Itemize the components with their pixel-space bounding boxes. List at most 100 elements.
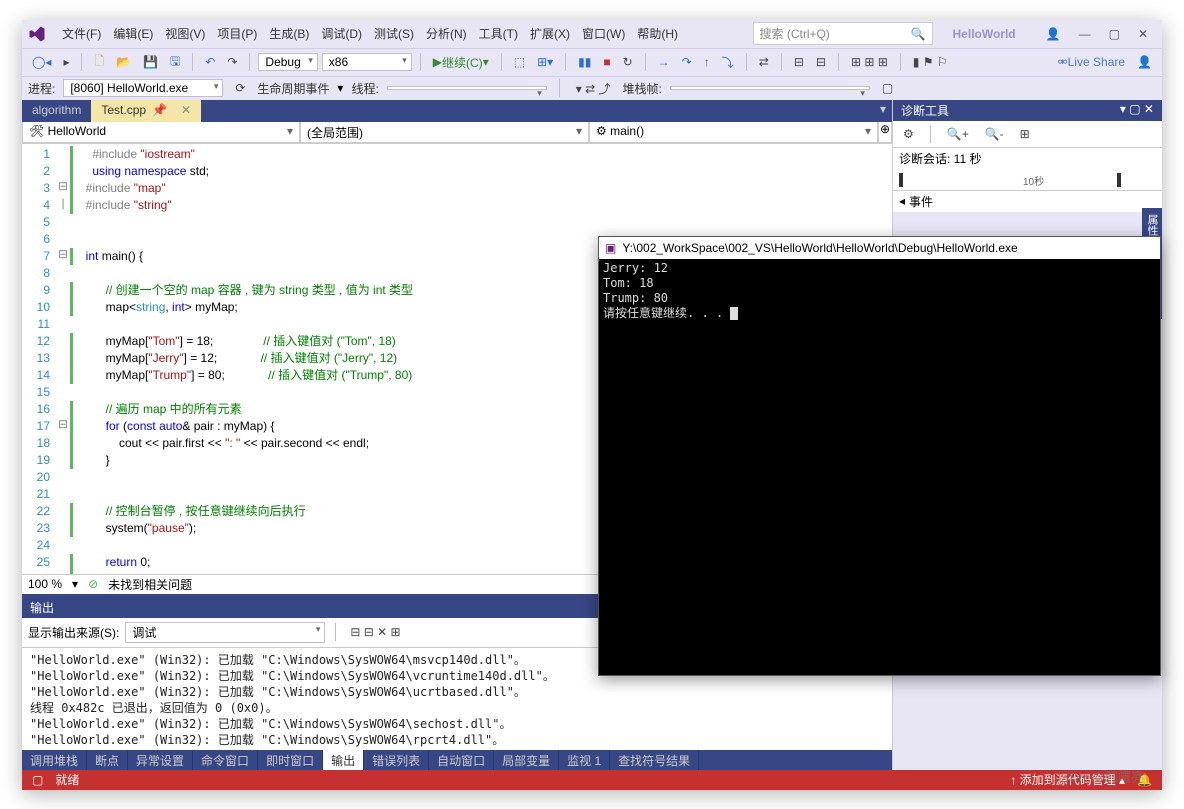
step-out-button[interactable]: ↑	[700, 53, 714, 71]
watermark: CSDN @韩曙亮	[1051, 767, 1144, 786]
menu-item[interactable]: 视图(V)	[159, 23, 211, 45]
thread-label: 线程:	[351, 80, 378, 97]
process-dropdown[interactable]: [8060] HelloWorld.exe	[63, 79, 223, 97]
close-tab-icon[interactable]: ✕	[181, 103, 191, 117]
output-source-dropdown[interactable]: 调试	[125, 622, 325, 643]
tb-misc-3[interactable]: ⊟	[812, 53, 830, 71]
new-file-button[interactable]: 🗋	[90, 50, 108, 75]
bottom-tab[interactable]: 即时窗口	[258, 750, 323, 770]
menu-item[interactable]: 文件(F)	[56, 23, 107, 45]
status-window-icon[interactable]: ▢	[32, 773, 43, 787]
tab-algorithm[interactable]: algorithm	[22, 100, 91, 122]
config-dropdown[interactable]: Debug	[258, 53, 317, 71]
close-button[interactable]: ✕	[1138, 27, 1148, 41]
main-toolbar: ◯◂ ▸ 🗋 📂 💾 🖫 ↶ ↷ Debug x86 ▶ 继续(C) ▾ ⬚ ⊞…	[22, 48, 1162, 76]
diag-settings-icon[interactable]: ⚙	[899, 125, 918, 143]
process-label: 进程:	[28, 80, 55, 97]
maximize-button[interactable]: ▢	[1109, 27, 1120, 41]
nav-scope3[interactable]: ⚙ main()	[589, 122, 878, 143]
ok-icon: ⊘	[88, 577, 98, 591]
console-title: Y:\002_WorkSpace\002_VS\HelloWorld\Hello…	[622, 241, 1017, 255]
open-file-button[interactable]: 📂	[112, 53, 135, 71]
search-icon: 🔍	[911, 27, 926, 41]
continue-button[interactable]: ▶ 继续(C) ▾	[429, 52, 493, 73]
no-issues-label: 未找到相关问题	[108, 576, 192, 593]
bottom-tab[interactable]: 自动窗口	[429, 750, 494, 770]
menu-item[interactable]: 窗口(W)	[576, 23, 631, 45]
console-body[interactable]: Jerry: 12 Tom: 18 Trump: 80 请按任意键继续. . .	[599, 259, 1160, 675]
save-all-button[interactable]: 🖫	[166, 50, 184, 75]
step-into-button[interactable]: →	[654, 53, 674, 71]
stackframe-label: 堆栈帧:	[623, 80, 662, 97]
menu-item[interactable]: 生成(B)	[263, 23, 315, 45]
liveshare-button[interactable]: ⚮ Live Share	[1054, 53, 1129, 71]
menu-item[interactable]: 编辑(E)	[107, 23, 159, 45]
menu-item[interactable]: 工具(T)	[473, 23, 524, 45]
nav-scope1[interactable]: 🛠 HelloWorld	[22, 122, 300, 143]
menu-item[interactable]: 分析(N)	[420, 23, 473, 45]
output-tb-1[interactable]: ⊟ ⊟ ✕ ⊞	[346, 623, 404, 641]
bottom-tab[interactable]: 异常设置	[128, 750, 193, 770]
console-icon: ▣	[605, 241, 616, 255]
diag-zoomout-icon[interactable]: 🔍-	[981, 125, 1008, 143]
nav-scope2[interactable]: (全局范围)	[300, 122, 589, 143]
nav-fwd-button[interactable]: ▸	[59, 53, 73, 71]
flag-button[interactable]: ▮ ⚑ ⚐	[909, 53, 952, 71]
tb-misc-4[interactable]: ⊞ ⊞ ⊞	[847, 53, 892, 71]
tb-misc-2[interactable]: ⊟	[790, 53, 808, 71]
menu-item[interactable]: 测试(S)	[368, 23, 420, 45]
menu-item[interactable]: 扩展(X)	[524, 23, 576, 45]
search-input[interactable]: 搜索 (Ctrl+Q)🔍	[753, 22, 933, 45]
diag-pin-icon[interactable]: ▾ ▢ ✕	[1120, 102, 1154, 119]
restart-button[interactable]: ↻	[619, 53, 637, 71]
diag-timeline[interactable]: 10秒	[893, 169, 1162, 191]
menu-item[interactable]: 帮助(H)	[631, 23, 684, 45]
stackframe-icon[interactable]: ▢	[878, 79, 897, 97]
thread-dropdown[interactable]	[387, 86, 547, 90]
bottom-tab[interactable]: 命令窗口	[193, 750, 258, 770]
bottom-tab[interactable]: 断点	[87, 750, 128, 770]
user-icon[interactable]: 👤	[1036, 27, 1071, 41]
bottom-tab[interactable]: 监视 1	[559, 750, 610, 770]
lifecycle-label: 生命周期事件	[257, 80, 329, 97]
bottom-tab[interactable]: 错误列表	[364, 750, 429, 770]
diag-zoomin-icon[interactable]: 🔍+	[943, 125, 973, 143]
diag-session-label: 诊断会话: 11 秒	[893, 148, 1162, 169]
step-button[interactable]: ⤵	[718, 52, 738, 73]
titlebar: 文件(F)编辑(E)视图(V)项目(P)生成(B)调试(D)测试(S)分析(N)…	[22, 20, 1162, 48]
undo-button[interactable]: ↶	[201, 53, 219, 71]
zoom-level[interactable]: 100 %	[28, 577, 62, 591]
step-over-button[interactable]: ↷	[678, 53, 696, 71]
lifecycle-icon[interactable]: ⟳	[231, 79, 249, 97]
tb-misc-1[interactable]: ⇄	[755, 53, 773, 71]
bottom-tab[interactable]: 查找符号结果	[610, 750, 699, 770]
events-collapse-icon[interactable]: ◂	[899, 194, 905, 208]
menu-item[interactable]: 项目(P)	[211, 23, 263, 45]
nav-back-button[interactable]: ◯◂	[28, 53, 55, 71]
tab-test-cpp[interactable]: Test.cpp📌✕	[91, 100, 201, 122]
menu-item[interactable]: 调试(D)	[315, 23, 368, 45]
diag-title: 诊断工具	[901, 102, 949, 119]
bottom-tab[interactable]: 输出	[323, 750, 364, 770]
debug-process-bar: 进程: [8060] HelloWorld.exe ⟳ 生命周期事件▾ 线程: …	[22, 76, 1162, 100]
diag-zoomfit-icon[interactable]: ⊞	[1016, 125, 1034, 143]
thread-nav-button[interactable]: ▾ ⇄ ⤴	[572, 78, 615, 99]
stop-button[interactable]: ■	[599, 53, 614, 71]
tb-icon-1[interactable]: ⬚	[510, 53, 529, 71]
platform-dropdown[interactable]: x86	[322, 53, 412, 71]
events-label: 事件	[909, 193, 933, 210]
tb-icon-2[interactable]: ⊞▾	[533, 53, 557, 71]
pin-icon[interactable]: 📌	[152, 103, 167, 117]
split-icon[interactable]: ⊕	[878, 122, 892, 143]
tabs-dropdown-icon[interactable]: ▾	[874, 100, 892, 122]
console-window: ▣ Y:\002_WorkSpace\002_VS\HelloWorld\Hell…	[598, 236, 1161, 676]
save-button[interactable]: 💾	[139, 53, 162, 71]
pause-button[interactable]: ▮▮	[574, 53, 595, 71]
output-source-label: 显示输出来源(S):	[28, 624, 119, 641]
bottom-tab[interactable]: 调用堆栈	[22, 750, 87, 770]
bottom-tab[interactable]: 局部变量	[494, 750, 559, 770]
profile-button[interactable]: 👤	[1133, 53, 1156, 71]
redo-button[interactable]: ↷	[223, 53, 241, 71]
minimize-button[interactable]: —	[1079, 27, 1091, 41]
stackframe-dropdown[interactable]	[670, 86, 870, 90]
